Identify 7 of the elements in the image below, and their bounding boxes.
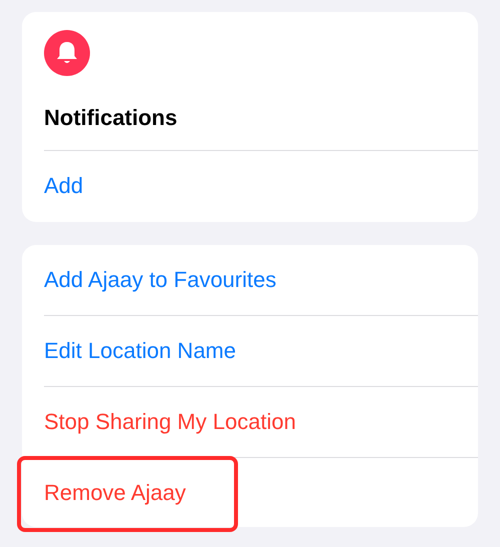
add-button[interactable]: Add — [44, 151, 84, 221]
action-button[interactable]: Edit Location Name — [44, 338, 236, 364]
bell-icon — [44, 30, 90, 76]
section-title: Notifications — [44, 104, 178, 132]
action-button[interactable]: Add Ajaay to Favourites — [44, 267, 276, 293]
action-button[interactable]: Stop Sharing My Location — [44, 409, 296, 435]
action-button[interactable]: Remove Ajaay — [44, 480, 186, 506]
